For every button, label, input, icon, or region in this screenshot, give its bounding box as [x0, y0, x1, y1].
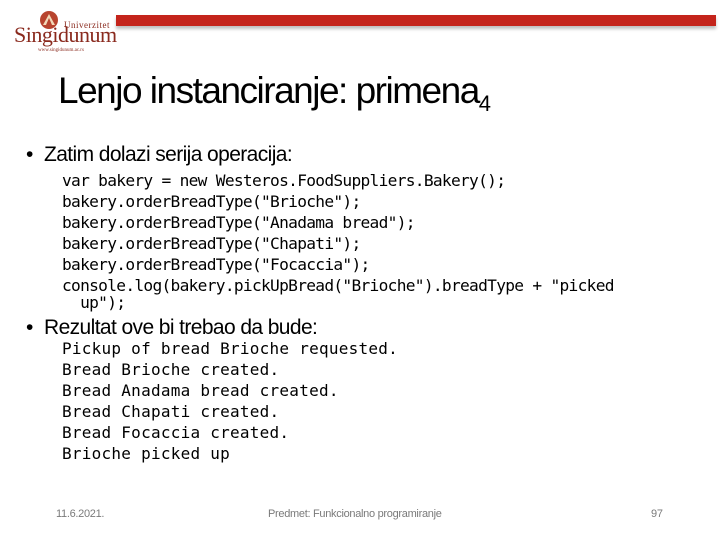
- output-line: Bread Anadama bread created.: [62, 381, 339, 400]
- logo-url-text: www.singidunum.ac.rs: [38, 48, 84, 53]
- code-line: bakery.orderBreadType("Anadama bread");: [62, 213, 415, 232]
- output-block: Pickup of bread Brioche requested. Bread …: [62, 338, 398, 464]
- university-logo: Univerzitet Singidunum www.singidunum.ac…: [12, 8, 117, 58]
- logo-main-text: Singidunum: [14, 22, 117, 47]
- output-line: Pickup of bread Brioche requested.: [62, 339, 399, 358]
- output-line: Bread Brioche created.: [62, 360, 280, 379]
- code-block: var bakery = new Westeros.FoodSuppliers.…: [62, 170, 614, 312]
- bullet-text: Zatim dolazi serija operacija:: [44, 143, 293, 166]
- footer-date: 11.6.2021.: [56, 508, 105, 520]
- bullet-item: • Rezultat ove bi trebao da bude:: [26, 316, 318, 340]
- code-line: var bakery = new Westeros.FoodSuppliers.…: [62, 171, 506, 190]
- slide-title-subscript: 4: [478, 91, 492, 116]
- code-line: console.log(bakery.pickUpBread("Brioche"…: [62, 276, 614, 295]
- output-line: Brioche picked up: [62, 444, 231, 463]
- code-line: up");: [62, 293, 126, 312]
- footer-course: Predmet: Funkcionalno programiranje: [268, 508, 442, 520]
- code-line: bakery.orderBreadType("Brioche");: [62, 192, 361, 211]
- footer-page-number: 97: [651, 508, 663, 520]
- header-accent-bar: [116, 15, 716, 26]
- bullet-text: Rezultat ove bi trebao da bude:: [44, 316, 318, 339]
- slide-title: Lenjo instanciranje: primena4: [58, 70, 491, 117]
- output-line: Bread Focaccia created.: [62, 423, 290, 442]
- code-line: bakery.orderBreadType("Focaccia");: [62, 255, 370, 274]
- bullet-item: • Zatim dolazi serija operacija:: [26, 143, 293, 167]
- code-line: bakery.orderBreadType("Chapati");: [62, 234, 361, 253]
- slide-title-text: Lenjo instanciranje: primena: [58, 70, 480, 111]
- bullet-icon: •: [26, 143, 33, 166]
- output-line: Bread Chapati created.: [62, 402, 280, 421]
- bullet-icon: •: [26, 316, 33, 339]
